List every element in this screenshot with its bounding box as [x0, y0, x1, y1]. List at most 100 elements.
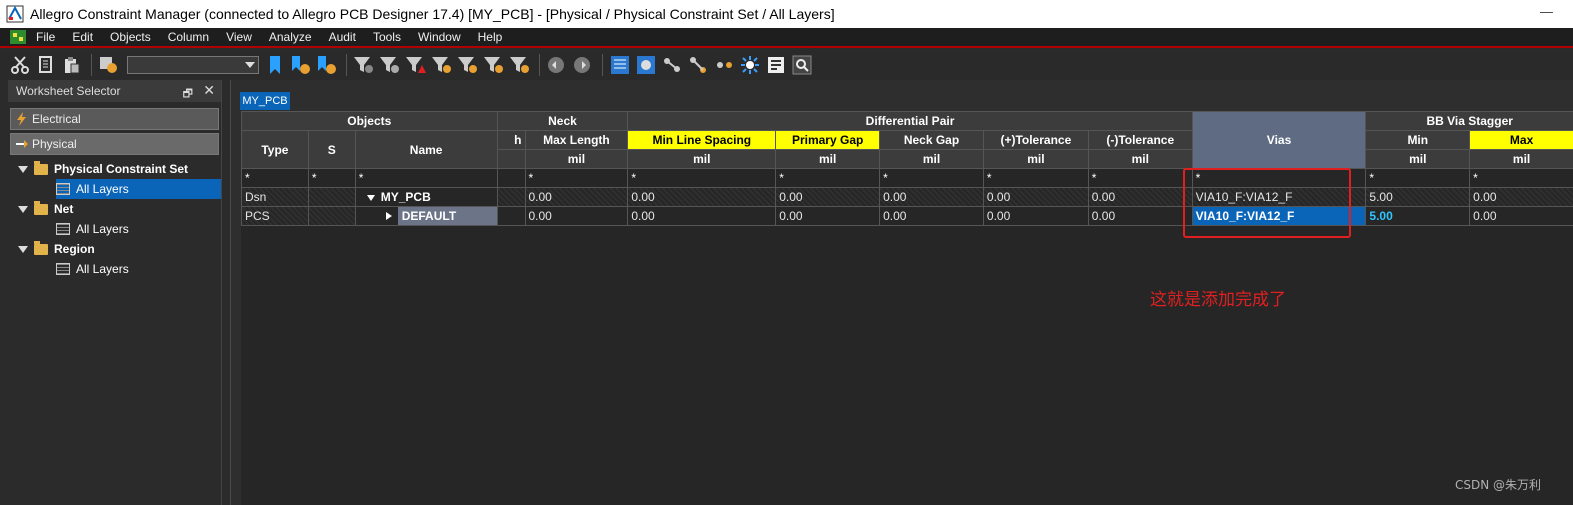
- min-line-spacing-cell[interactable]: 0.00: [627, 187, 777, 207]
- column-type[interactable]: Type: [241, 130, 309, 169]
- s-cell[interactable]: [307, 187, 356, 207]
- menu-audit[interactable]: Audit: [329, 30, 356, 44]
- document-icon[interactable]: [10, 30, 26, 44]
- type-cell[interactable]: Dsn: [241, 187, 309, 207]
- group-objects[interactable]: Objects: [241, 111, 498, 131]
- filter-cell[interactable]: *: [1469, 168, 1573, 188]
- max-cell[interactable]: 0.00: [1469, 187, 1573, 207]
- tab-my-pcb[interactable]: MY_PCB: [240, 92, 290, 110]
- tree-item-all-layers-net[interactable]: All Layers: [8, 219, 221, 239]
- column-s[interactable]: S: [307, 130, 356, 169]
- filter-columns-icon[interactable]: [508, 53, 532, 77]
- analyze-icon[interactable]: [634, 53, 658, 77]
- filter-cell[interactable]: *: [775, 168, 881, 188]
- max-length-cell[interactable]: 0.00: [524, 187, 629, 207]
- filter-cell[interactable]: *: [1365, 168, 1471, 188]
- chevron-down-icon[interactable]: [18, 205, 28, 213]
- cut-icon[interactable]: [8, 53, 32, 77]
- search-icon[interactable]: [790, 53, 814, 77]
- column-primary-gap[interactable]: Primary Gap: [775, 130, 881, 150]
- column-min[interactable]: Min: [1365, 130, 1471, 150]
- vias-cell[interactable]: VIA10_F:VIA12_F: [1191, 187, 1367, 207]
- column-plus-tolerance[interactable]: (+)Tolerance: [982, 130, 1089, 150]
- neck-gap-cell[interactable]: 0.00: [879, 187, 984, 207]
- filter-cell[interactable]: *: [307, 168, 356, 188]
- menu-edit[interactable]: Edit: [72, 30, 93, 44]
- electrical-button[interactable]: Electrical: [10, 108, 219, 130]
- chevron-down-icon[interactable]: [18, 245, 28, 253]
- min-cell[interactable]: 5.00: [1365, 206, 1471, 226]
- bookmark-icon[interactable]: [263, 53, 287, 77]
- column-min-line-spacing[interactable]: Min Line Spacing: [627, 130, 777, 150]
- filter-cell[interactable]: *: [354, 168, 498, 188]
- filter-cell[interactable]: *: [627, 168, 777, 188]
- column-neck-truncated[interactable]: h: [496, 130, 526, 150]
- chevron-down-icon[interactable]: [18, 165, 28, 173]
- worksheet-view-icon[interactable]: [608, 53, 632, 77]
- menu-objects[interactable]: Objects: [110, 30, 151, 44]
- menu-help[interactable]: Help: [478, 30, 503, 44]
- paste-icon[interactable]: [60, 53, 84, 77]
- undo-icon[interactable]: [545, 53, 569, 77]
- filter-icon[interactable]: [352, 53, 376, 77]
- column-vias[interactable]: Vias: [1191, 111, 1367, 169]
- tree-item-all-layers-pcs[interactable]: All Layers: [56, 179, 221, 199]
- pin-pair-icon[interactable]: [712, 53, 736, 77]
- group-differential-pair[interactable]: Differential Pair: [627, 111, 1193, 131]
- vias-cell-selected[interactable]: VIA10_F:VIA12_F: [1191, 206, 1367, 226]
- filter-remove-icon[interactable]: [456, 53, 480, 77]
- column-max[interactable]: Max: [1469, 130, 1573, 150]
- plus-tolerance-cell[interactable]: 0.00: [982, 187, 1089, 207]
- report-icon[interactable]: [764, 53, 788, 77]
- max-cell[interactable]: 0.00: [1469, 206, 1573, 226]
- net-group-icon[interactable]: [686, 53, 710, 77]
- primary-gap-cell[interactable]: 0.00: [775, 206, 881, 226]
- minimize-button[interactable]: —: [1540, 4, 1553, 19]
- filter-warning-icon[interactable]: [430, 53, 454, 77]
- column-name[interactable]: Name: [354, 130, 498, 169]
- tree-item-region[interactable]: Region: [8, 239, 221, 259]
- menu-file[interactable]: File: [36, 30, 55, 44]
- float-icon[interactable]: 🗗: [183, 85, 193, 104]
- highlight-icon[interactable]: [738, 53, 762, 77]
- chevron-right-icon[interactable]: [385, 212, 392, 220]
- nets-icon[interactable]: [660, 53, 684, 77]
- min-line-spacing-cell[interactable]: 0.00: [627, 206, 777, 226]
- filter-cell[interactable]: *: [982, 168, 1089, 188]
- filter-cell[interactable]: [496, 168, 526, 188]
- table-row[interactable]: PCS DEFAULT 0.00 0.00 0.00 0.00 0.00 0.0…: [241, 206, 1573, 226]
- tree-item-all-layers-region[interactable]: All Layers: [8, 259, 221, 279]
- copy-icon[interactable]: [34, 53, 58, 77]
- type-cell[interactable]: PCS: [241, 206, 309, 226]
- filter-cell[interactable]: *: [241, 168, 309, 188]
- neck-cell[interactable]: [496, 206, 526, 226]
- bookmark-prev-icon[interactable]: [315, 53, 339, 77]
- group-neck[interactable]: Neck: [496, 111, 629, 131]
- filter-cell[interactable]: *: [879, 168, 984, 188]
- s-cell[interactable]: [307, 206, 356, 226]
- column-neck-gap[interactable]: Neck Gap: [879, 130, 984, 150]
- minus-tolerance-cell[interactable]: 0.00: [1087, 187, 1193, 207]
- column-minus-tolerance[interactable]: (-)Tolerance: [1087, 130, 1193, 150]
- bookmark-next-icon[interactable]: [289, 53, 313, 77]
- minus-tolerance-cell[interactable]: 0.00: [1087, 206, 1193, 226]
- group-bb-via-stagger[interactable]: BB Via Stagger: [1365, 111, 1573, 131]
- filter-settings-icon[interactable]: [97, 53, 121, 77]
- primary-gap-cell[interactable]: 0.00: [775, 187, 881, 207]
- filter-clear-icon[interactable]: [378, 53, 402, 77]
- tree-item-net[interactable]: Net: [8, 199, 221, 219]
- name-cell[interactable]: MY_PCB: [354, 187, 498, 207]
- max-length-cell[interactable]: 0.00: [524, 206, 629, 226]
- tree-item-physical-constraint-set[interactable]: Physical Constraint Set: [8, 159, 221, 179]
- neck-cell[interactable]: [496, 187, 526, 207]
- chevron-down-icon[interactable]: [366, 194, 375, 201]
- filter-error-icon[interactable]: [404, 53, 428, 77]
- physical-button[interactable]: Physical: [10, 133, 219, 155]
- column-max-length[interactable]: Max Length: [524, 130, 629, 150]
- menu-window[interactable]: Window: [418, 30, 461, 44]
- menu-analyze[interactable]: Analyze: [269, 30, 312, 44]
- menu-view[interactable]: View: [226, 30, 252, 44]
- min-cell[interactable]: 5.00: [1365, 187, 1471, 207]
- close-icon[interactable]: ✕: [203, 82, 215, 99]
- menu-column[interactable]: Column: [168, 30, 209, 44]
